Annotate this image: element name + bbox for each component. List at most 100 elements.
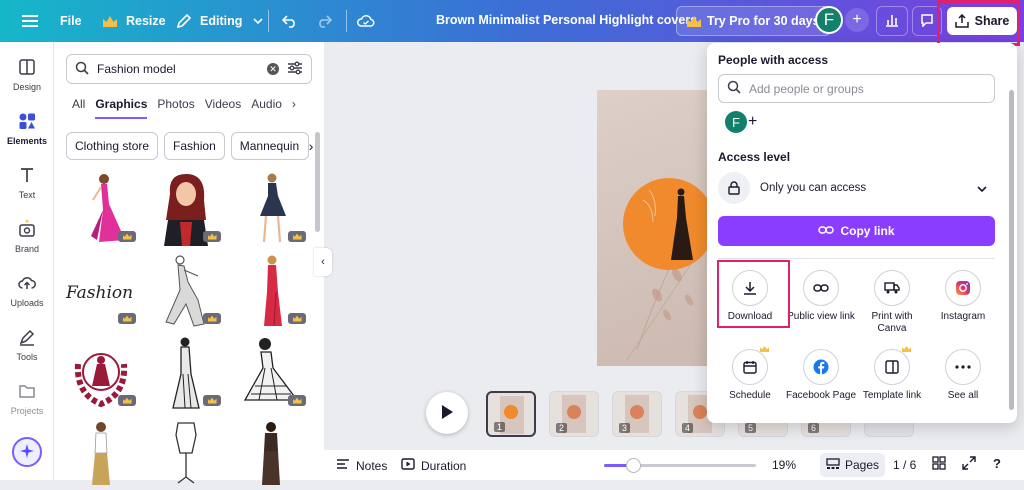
chip-fashion[interactable]: Fashion bbox=[164, 132, 225, 160]
cloud-check-icon bbox=[356, 11, 376, 31]
file-menu[interactable]: File bbox=[52, 6, 90, 36]
graphic-red-gown-model[interactable] bbox=[234, 252, 308, 328]
rail-item-elements[interactable]: Elements bbox=[0, 112, 54, 146]
cloud-save-button[interactable] bbox=[348, 6, 384, 36]
graphic-navy-dress-model[interactable] bbox=[234, 170, 308, 246]
premium-crown-icon bbox=[203, 231, 221, 242]
panel-scrollbar[interactable] bbox=[315, 132, 320, 232]
rail-item-brand[interactable]: Brand bbox=[0, 219, 54, 254]
instagram-option[interactable]: Instagram bbox=[927, 270, 999, 323]
insights-button[interactable] bbox=[876, 6, 908, 36]
rail-label: Design bbox=[12, 82, 41, 92]
share-panel-scrollbar[interactable] bbox=[1009, 90, 1014, 410]
fullscreen-button[interactable] bbox=[962, 456, 976, 473]
divider bbox=[718, 258, 995, 259]
print-with-canva-option[interactable]: Print with Canva bbox=[856, 270, 928, 334]
grid-view-button[interactable] bbox=[932, 456, 946, 473]
rail-item-tools[interactable]: Tools bbox=[0, 328, 54, 362]
thumbnail-page-number: 4 bbox=[682, 423, 694, 433]
public-view-link-option[interactable]: Public view link bbox=[785, 270, 857, 323]
truck-icon bbox=[874, 270, 910, 306]
page-thumbnail-2[interactable]: 2 bbox=[549, 391, 599, 437]
facebook-page-option[interactable]: Facebook Page bbox=[785, 349, 857, 402]
chip-clothing-store[interactable]: Clothing store bbox=[66, 132, 159, 160]
elements-search-bar[interactable]: Fashion model ✕ bbox=[66, 54, 312, 84]
add-collaborator-button[interactable]: + bbox=[845, 8, 869, 32]
option-label: Facebook Page bbox=[785, 390, 857, 401]
chevron-down-icon bbox=[977, 181, 987, 195]
tab-audio[interactable]: Audio bbox=[251, 97, 282, 119]
notes-button[interactable]: Notes bbox=[336, 458, 387, 473]
graphic-fashion-script[interactable]: Fashion bbox=[64, 252, 138, 328]
editing-dropdown[interactable]: Editing bbox=[166, 6, 276, 36]
pages-grid-icon bbox=[826, 457, 840, 473]
access-level-dropdown[interactable]: Only you can access bbox=[718, 171, 995, 205]
graphic-pink-gown-model[interactable] bbox=[64, 170, 138, 246]
graphic-red-hair-woman[interactable] bbox=[149, 170, 223, 246]
redo-button[interactable] bbox=[306, 6, 342, 36]
menu-button[interactable] bbox=[12, 6, 48, 36]
tabs-next-chevron-icon[interactable]: › bbox=[292, 97, 296, 119]
comment-icon bbox=[920, 13, 934, 30]
more-icon bbox=[945, 349, 981, 385]
pages-button[interactable]: Pages bbox=[820, 453, 886, 477]
graphic-wreath-emblem[interactable] bbox=[64, 334, 138, 410]
tab-graphics[interactable]: Graphics bbox=[95, 97, 148, 119]
search-input[interactable]: Fashion model bbox=[97, 62, 259, 76]
zoom-slider[interactable] bbox=[604, 458, 756, 473]
try-pro-label: Try Pro for 30 days bbox=[707, 14, 820, 28]
see-all-option[interactable]: See all bbox=[927, 349, 999, 402]
tab-photos[interactable]: Photos bbox=[157, 97, 194, 119]
zoom-level[interactable]: 19% bbox=[772, 458, 796, 472]
collapse-panel-button[interactable]: ‹ bbox=[314, 248, 332, 276]
schedule-option[interactable]: Schedule bbox=[714, 346, 786, 402]
play-button[interactable] bbox=[426, 392, 468, 434]
design-page[interactable] bbox=[597, 90, 713, 366]
add-people-input[interactable]: Add people or groups bbox=[718, 74, 995, 103]
document-title[interactable]: Brown Minimalist Personal Highlight cove… bbox=[436, 13, 697, 27]
option-label: See all bbox=[947, 390, 979, 401]
user-avatar[interactable]: F bbox=[815, 6, 843, 34]
access-level-value: Only you can access bbox=[760, 182, 867, 194]
clear-search-icon[interactable]: ✕ bbox=[267, 63, 279, 75]
suggestion-chips: Clothing store Fashion Mannequin › bbox=[66, 132, 313, 160]
uploads-icon bbox=[18, 274, 36, 294]
rail-item-design[interactable]: Design bbox=[0, 58, 54, 92]
premium-crown-icon bbox=[118, 313, 136, 324]
try-pro-button[interactable]: Try Pro for 30 days bbox=[676, 6, 831, 36]
rail-item-uploads[interactable]: Uploads bbox=[0, 274, 54, 308]
graphic-brown-outfit-model[interactable] bbox=[234, 414, 308, 490]
undo-button[interactable] bbox=[272, 6, 308, 36]
page-thumbnail-3[interactable]: 3 bbox=[612, 391, 662, 437]
graphic-bw-ballgown[interactable] bbox=[234, 334, 308, 410]
page-thumbnail-1[interactable]: 1 bbox=[486, 391, 536, 437]
rail-item-text[interactable]: Text bbox=[0, 166, 54, 200]
graphic-sketch-model[interactable] bbox=[149, 252, 223, 328]
premium-crown-icon bbox=[118, 395, 136, 406]
design-icon bbox=[18, 58, 36, 78]
chips-next-chevron-icon[interactable]: › bbox=[309, 132, 314, 160]
copy-link-button[interactable]: Copy link bbox=[718, 216, 995, 246]
help-button[interactable]: ? bbox=[993, 456, 1001, 471]
facebook-icon bbox=[803, 349, 839, 385]
collaborator-avatar[interactable]: F bbox=[725, 111, 747, 133]
tab-all[interactable]: All bbox=[72, 97, 85, 119]
graphic-mannequin[interactable] bbox=[149, 414, 223, 490]
rail-label: Tools bbox=[16, 352, 38, 362]
filter-icon[interactable] bbox=[287, 61, 303, 78]
expand-icon bbox=[962, 456, 976, 473]
magic-assistant-button[interactable] bbox=[12, 437, 42, 467]
resize-button[interactable]: Resize bbox=[92, 6, 174, 36]
rail-label: Brand bbox=[14, 244, 40, 254]
duration-button[interactable]: Duration bbox=[401, 458, 466, 473]
graphic-bw-gown-model[interactable] bbox=[149, 334, 223, 410]
add-person-plus-icon[interactable]: + bbox=[748, 113, 757, 131]
template-link-option[interactable]: Template link bbox=[856, 346, 928, 402]
rail-item-projects[interactable]: Projects bbox=[0, 382, 54, 416]
tab-videos[interactable]: Videos bbox=[205, 97, 241, 119]
option-label: Template link bbox=[862, 390, 922, 401]
zoom-slider-knob[interactable] bbox=[626, 458, 641, 473]
graphic-casual-model[interactable] bbox=[64, 414, 138, 490]
notes-icon bbox=[336, 458, 350, 473]
chip-mannequin[interactable]: Mannequin bbox=[230, 132, 309, 160]
